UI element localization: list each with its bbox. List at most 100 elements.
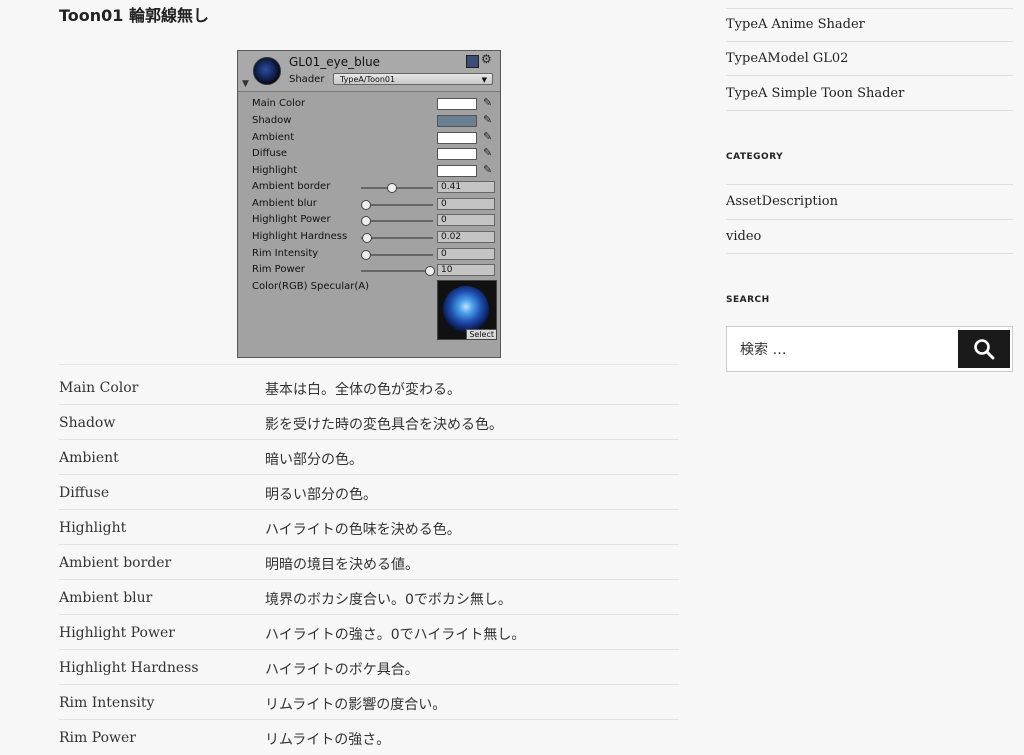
property-description: 明暗の境目を決める値。	[265, 557, 419, 573]
slider-thumb	[425, 266, 435, 276]
property-name: Main Color	[59, 380, 139, 396]
table-row: Rim Power リムライトの強さ。	[59, 720, 679, 755]
eyedropper-icon: ✎	[483, 130, 493, 143]
eyedropper-icon: ✎	[483, 163, 493, 176]
property-label: Highlight Power	[252, 214, 331, 225]
property-label: Rim Power	[252, 264, 305, 275]
property-name: Highlight	[59, 520, 127, 536]
material-preview-icon	[253, 57, 281, 85]
property-name: Ambient border	[59, 555, 172, 571]
slider-track	[361, 270, 433, 272]
table-row: Rim Intensity リムライトの影響の度合い。	[59, 685, 679, 720]
divider	[726, 41, 1013, 42]
property-description: リムライトの強さ。	[265, 732, 391, 748]
divider	[726, 75, 1013, 76]
dropdown-arrow-icon: ▼	[481, 76, 487, 84]
table-row: Ambient border 明暗の境目を決める値。	[59, 545, 679, 580]
color-swatch	[437, 98, 477, 110]
table-row: Highlight Hardness ハイライトのボケ具合。	[59, 650, 679, 685]
property-label: Highlight	[252, 165, 298, 176]
property-description: 影を受けた時の変色具合を決める色。	[265, 417, 503, 433]
property-label: Shadow	[252, 115, 292, 126]
table-row: Highlight Power ハイライトの強さ。0でハイライト無し。	[59, 615, 679, 650]
eyedropper-icon: ✎	[483, 146, 493, 159]
sidebar-link-typea-anime-shader[interactable]: TypeA Anime Shader	[726, 17, 865, 32]
search-heading: SEARCH	[726, 295, 770, 305]
property-name: Highlight Power	[59, 625, 175, 641]
texture-slot: Select	[437, 280, 497, 340]
property-description: ハイライトの色味を決める色。	[265, 522, 461, 538]
category-link-video[interactable]: video	[726, 229, 761, 244]
value-field: 0.41	[437, 181, 495, 193]
table-row: Shadow 影を受けた時の変色具合を決める色。	[59, 405, 679, 440]
property-label: Ambient	[252, 132, 295, 143]
property-label: Main Color	[252, 98, 306, 109]
material-name: GL01_eye_blue	[289, 55, 381, 69]
slider-track	[361, 204, 433, 206]
sidebar-link-typeamodel-gl02[interactable]: TypeAModel GL02	[726, 51, 848, 66]
value-field: 0.02	[437, 231, 495, 243]
property-name: Rim Power	[59, 730, 136, 746]
search-icon	[974, 339, 995, 360]
property-description: 基本は白。全体の色が変わる。	[265, 382, 461, 398]
property-label: Ambient blur	[252, 198, 317, 209]
shader-dropdown: TypeA/Toon01 ▼	[333, 73, 493, 85]
divider	[726, 184, 1013, 185]
slider-thumb	[361, 216, 371, 226]
property-name: Highlight Hardness	[59, 660, 199, 676]
slider-track	[361, 254, 433, 256]
divider	[726, 219, 1013, 220]
gear-icon: ⚙	[481, 52, 492, 66]
property-description: 暗い部分の色。	[265, 452, 363, 468]
slider-track	[361, 220, 433, 222]
property-description: 明るい部分の色。	[265, 487, 377, 503]
table-row: Ambient blur 境界のボカシ度合い。0でボカシ無し。	[59, 580, 679, 615]
slider-thumb	[387, 183, 398, 193]
value-field: 0	[437, 248, 495, 260]
category-heading: CATEGORY	[726, 152, 784, 162]
sidebar-link-typea-simple-toon-shader[interactable]: TypeA Simple Toon Shader	[726, 86, 904, 101]
table-row: Highlight ハイライトの色味を決める色。	[59, 510, 679, 545]
value-field: 10	[437, 264, 495, 276]
divider	[726, 110, 1013, 111]
eyedropper-icon: ✎	[483, 96, 493, 109]
property-name: Rim Intensity	[59, 695, 155, 711]
shader-label: Shader	[289, 74, 325, 85]
value-field: 0	[437, 214, 495, 226]
table-row: Main Color 基本は白。全体の色が変わる。	[59, 370, 679, 405]
property-name: Ambient	[59, 450, 119, 466]
color-swatch	[437, 132, 477, 144]
property-name: Shadow	[59, 415, 116, 431]
texture-select-button: Select	[466, 329, 496, 339]
help-book-icon	[466, 55, 479, 68]
color-swatch	[437, 165, 477, 177]
property-label: Ambient border	[252, 181, 331, 192]
property-label: Diffuse	[252, 148, 288, 159]
color-swatch	[437, 148, 477, 160]
slider-thumb	[362, 233, 373, 243]
color-swatch	[437, 115, 477, 127]
property-description: ハイライトの強さ。0でハイライト無し。	[265, 627, 526, 643]
page-title: Toon01 輪郭線無し	[59, 6, 210, 25]
property-label: Rim Intensity	[252, 248, 319, 259]
property-label: Color(RGB) Specular(A)	[252, 281, 369, 292]
property-name: Ambient blur	[59, 590, 153, 606]
shader-value: TypeA/Toon01	[340, 75, 396, 84]
foldout-arrow-icon: ▼	[242, 79, 249, 89]
property-name: Diffuse	[59, 485, 110, 501]
table-row: Ambient 暗い部分の色。	[59, 440, 679, 475]
inspector-header: ▼ GL01_eye_blue ⚙ Shader TypeA/Toon01 ▼	[238, 51, 500, 92]
property-description: ハイライトのボケ具合。	[265, 662, 419, 678]
material-inspector-image: ▼ GL01_eye_blue ⚙ Shader TypeA/Toon01 ▼ …	[237, 50, 501, 358]
property-label: Highlight Hardness	[252, 231, 348, 242]
table-row: Diffuse 明るい部分の色。	[59, 475, 679, 510]
eyedropper-icon: ✎	[483, 113, 493, 126]
eye-texture-image	[443, 286, 489, 332]
property-description: 境界のボカシ度合い。0でボカシ無し。	[265, 592, 512, 608]
category-link-assetdescription[interactable]: AssetDescription	[726, 194, 838, 209]
value-field: 0	[437, 198, 495, 210]
search-input[interactable]	[738, 337, 952, 363]
slider-thumb	[361, 250, 371, 260]
search-button[interactable]	[958, 330, 1010, 368]
divider	[726, 8, 1013, 9]
